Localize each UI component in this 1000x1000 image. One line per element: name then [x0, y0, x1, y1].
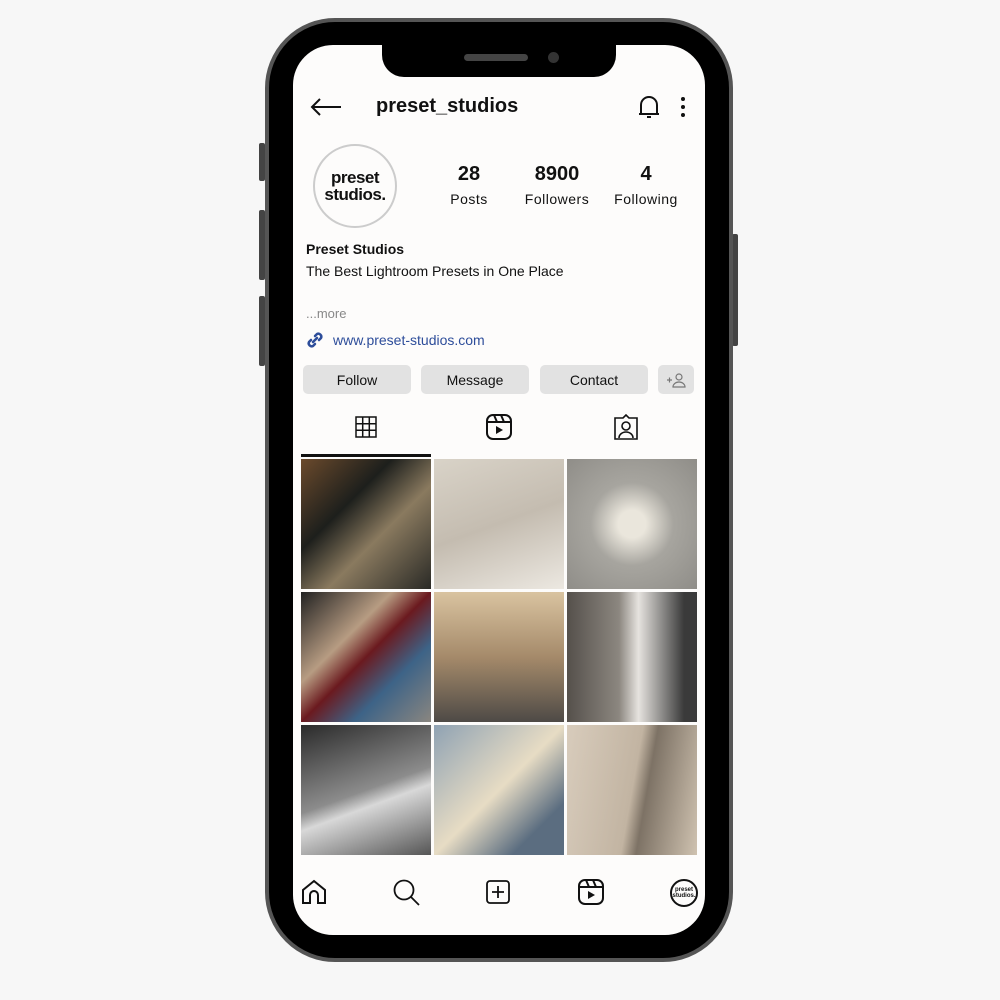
screen: preset_studios preset studios. 28 Posts 89…	[293, 45, 705, 935]
stat-value: 4	[640, 163, 652, 185]
stat-label: Following	[614, 191, 678, 207]
post-thumbnail[interactable]	[434, 592, 564, 722]
active-tab-indicator	[301, 454, 431, 457]
posts-grid	[301, 459, 697, 855]
home-icon[interactable]	[301, 879, 327, 905]
stat-posts[interactable]: 28 Posts	[424, 163, 514, 207]
post-thumbnail[interactable]	[434, 459, 564, 589]
add-user-icon	[667, 372, 686, 388]
grid-icon[interactable]	[355, 416, 377, 438]
post-thumbnail[interactable]	[301, 459, 431, 589]
arrow-left-icon[interactable]	[309, 97, 343, 117]
stat-value: 28	[457, 163, 481, 185]
stat-following[interactable]: 4 Following	[601, 163, 691, 207]
profile-bio: The Best Lightroom Presets in One Place	[306, 263, 564, 279]
avatar-text: preset	[330, 168, 380, 187]
post-thumbnail[interactable]	[567, 592, 697, 722]
notch	[382, 45, 616, 77]
profile-avatar-icon[interactable]: preset studios.	[670, 879, 698, 907]
tagged-icon[interactable]	[614, 414, 638, 440]
profile-name: Preset Studios	[306, 241, 405, 257]
stat-followers[interactable]: 8900 Followers	[512, 163, 602, 207]
bell-icon[interactable]	[637, 94, 661, 120]
link-icon	[307, 332, 323, 348]
follow-button[interactable]: Follow	[303, 365, 411, 394]
add-user-button[interactable]	[658, 365, 694, 394]
post-thumbnail[interactable]	[567, 459, 697, 589]
post-thumbnail[interactable]	[567, 725, 697, 855]
post-thumbnail[interactable]	[301, 592, 431, 722]
avatar[interactable]: preset studios.	[313, 144, 397, 228]
website-link[interactable]: www.preset-studios.com	[333, 332, 485, 348]
more-link[interactable]: ...more	[306, 306, 346, 321]
contact-button[interactable]: Contact	[540, 365, 648, 394]
stat-label: Posts	[450, 191, 488, 207]
reels-tab-icon[interactable]	[486, 414, 512, 440]
avatar-text: studios.	[672, 893, 696, 899]
avatar-text: studios.	[324, 185, 386, 204]
more-vertical-icon[interactable]	[680, 96, 686, 118]
create-icon[interactable]	[486, 880, 510, 904]
stat-value: 8900	[534, 163, 580, 185]
search-icon[interactable]	[393, 879, 421, 907]
profile-username: preset_studios	[376, 95, 519, 117]
reels-icon[interactable]	[578, 879, 604, 905]
post-thumbnail[interactable]	[301, 725, 431, 855]
message-button[interactable]: Message	[421, 365, 529, 394]
post-thumbnail[interactable]	[434, 725, 564, 855]
stat-label: Followers	[524, 191, 590, 207]
